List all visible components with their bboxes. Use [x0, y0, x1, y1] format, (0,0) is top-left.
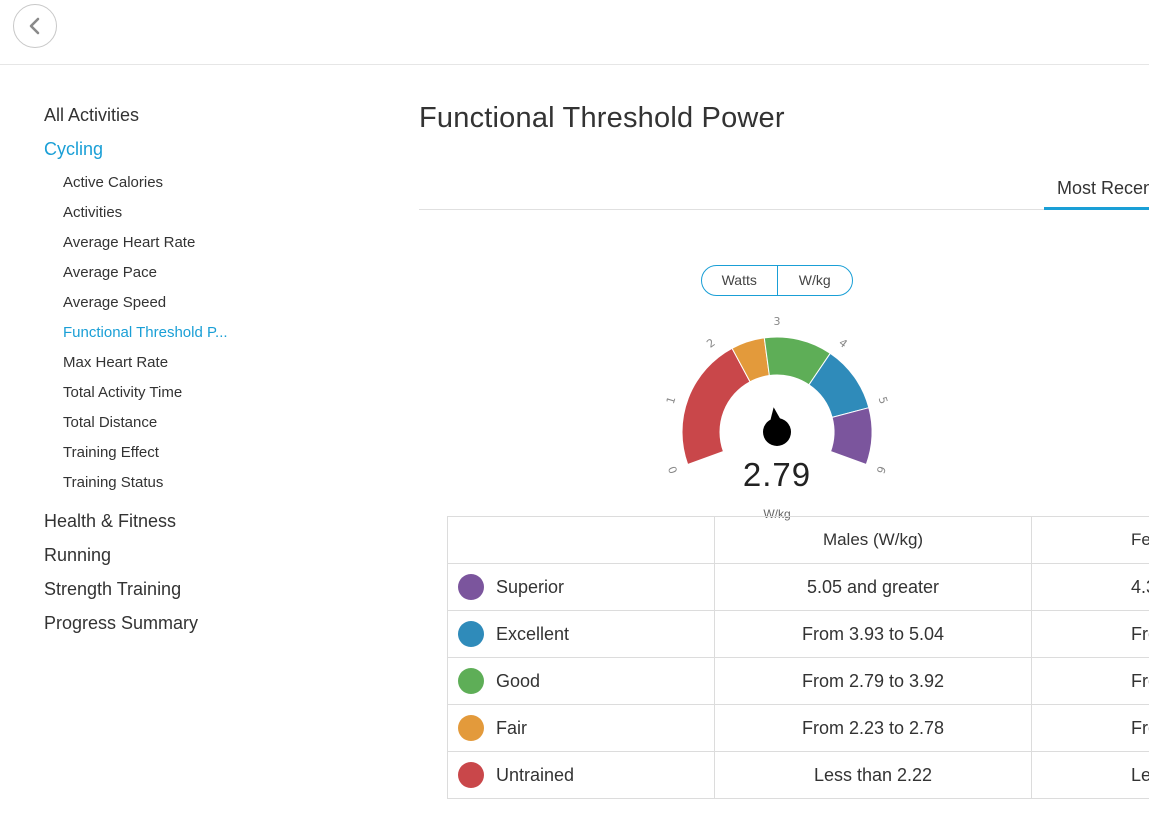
gauge-segment [829, 407, 873, 466]
sidebar-item-all-activities[interactable]: All Activities [44, 100, 344, 134]
males-range-cell: From 2.23 to 2.78 [714, 704, 1032, 752]
back-button[interactable] [13, 4, 57, 48]
sidebar-nav: All Activities Cycling Active Calories Ac… [44, 100, 344, 642]
level-label: Untrained [496, 764, 575, 785]
level-cell: Fair [447, 704, 715, 752]
sidebar-item-progress-summary[interactable]: Progress Summary [44, 608, 344, 642]
gauge-tick-label: 0 [666, 464, 681, 475]
level-color-dot [458, 715, 484, 741]
gauge-tick-label: 1 [664, 395, 678, 405]
sidebar-subitem[interactable]: Active Calories [63, 168, 344, 198]
level-cell: Excellent [447, 610, 715, 658]
males-range-cell: Less than 2.22 [714, 751, 1032, 799]
gauge-tick-label: 2 [704, 336, 717, 351]
level-color-dot [458, 762, 484, 788]
sidebar-item-running[interactable]: Running [44, 540, 344, 574]
sidebar-subitem[interactable]: Average Pace [63, 258, 344, 288]
table-row: Superior 5.05 and greater4.30 [447, 563, 1149, 611]
level-label: Superior [496, 576, 565, 597]
sidebar-subitem[interactable]: Training Status [63, 468, 344, 498]
toggle-watts[interactable]: Watts [702, 266, 777, 295]
sidebar-subitem[interactable]: Average Speed [63, 288, 344, 318]
level-color-dot [458, 574, 484, 600]
gauge-segment [681, 347, 751, 466]
sidebar-subitem[interactable]: Max Heart Rate [63, 348, 344, 378]
table-row: Fair From 2.23 to 2.78From [447, 704, 1149, 752]
level-cell: Untrained [447, 751, 715, 799]
gauge-tick-label: 6 [874, 464, 889, 475]
table-row: Untrained Less than 2.22Le [447, 751, 1149, 799]
chevron-left-icon [29, 17, 40, 35]
gauge-tick-label: 5 [876, 395, 890, 405]
level-label: Fair [496, 717, 527, 738]
sidebar-subitem[interactable]: Average Heart Rate [63, 228, 344, 258]
sidebar-subitem[interactable]: Training Effect [63, 438, 344, 468]
females-range-cell: From [1031, 610, 1149, 658]
level-color-dot [458, 668, 484, 694]
unit-toggle: Watts W/kg [701, 265, 853, 296]
top-bar [0, 0, 1149, 65]
table-row: Good From 2.79 to 3.92From [447, 657, 1149, 705]
sidebar-item-cycling[interactable]: Cycling [44, 134, 344, 168]
table-header-row: Males (W/kg) Fe [447, 516, 1149, 564]
level-label: Good [496, 670, 541, 691]
males-range-cell: From 2.79 to 3.92 [714, 657, 1032, 705]
header-level [447, 516, 715, 564]
females-range-cell: From [1031, 657, 1149, 705]
ftp-levels-table: Males (W/kg) Fe Superior 5.05 and greater… [447, 516, 1149, 799]
level-cell: Superior [447, 563, 715, 611]
males-range-cell: 5.05 and greater [714, 563, 1032, 611]
toggle-wkg[interactable]: W/kg [776, 266, 853, 295]
page-title: Functional Threshold Power [419, 102, 785, 134]
tab-divider [419, 209, 1149, 210]
level-label: Excellent [496, 623, 570, 644]
males-range-cell: From 3.93 to 5.04 [714, 610, 1032, 658]
sidebar-subitem[interactable]: Total Activity Time [63, 378, 344, 408]
level-cell: Good [447, 657, 715, 705]
gauge-tick-label: 4 [836, 336, 849, 351]
females-range-cell: Le [1031, 751, 1149, 799]
header-females: Fe [1031, 516, 1149, 564]
females-range-cell: From [1031, 704, 1149, 752]
tab-most-recent[interactable]: Most Recen [1044, 175, 1149, 210]
gauge-tick-label: 3 [774, 315, 781, 328]
header-males: Males (W/kg) [714, 516, 1032, 564]
sidebar-subitem[interactable]: Activities [63, 198, 344, 228]
gauge-value: 2.79 [742, 456, 812, 493]
table-row: Excellent From 3.93 to 5.04From [447, 610, 1149, 658]
level-color-dot [458, 621, 484, 647]
sidebar-subitem[interactable]: Functional Threshold P... [63, 318, 344, 348]
cycling-submenu: Active Calories Activities Average Heart R… [44, 168, 344, 498]
sidebar-item-health-fitness[interactable]: Health & Fitness [44, 506, 344, 540]
females-range-cell: 4.30 [1031, 563, 1149, 611]
sidebar-item-strength-training[interactable]: Strength Training [44, 574, 344, 608]
ftp-gauge: 0 1 2 3 4 5 6 [664, 315, 890, 475]
sidebar-subitem[interactable]: Total Distance [63, 408, 344, 438]
